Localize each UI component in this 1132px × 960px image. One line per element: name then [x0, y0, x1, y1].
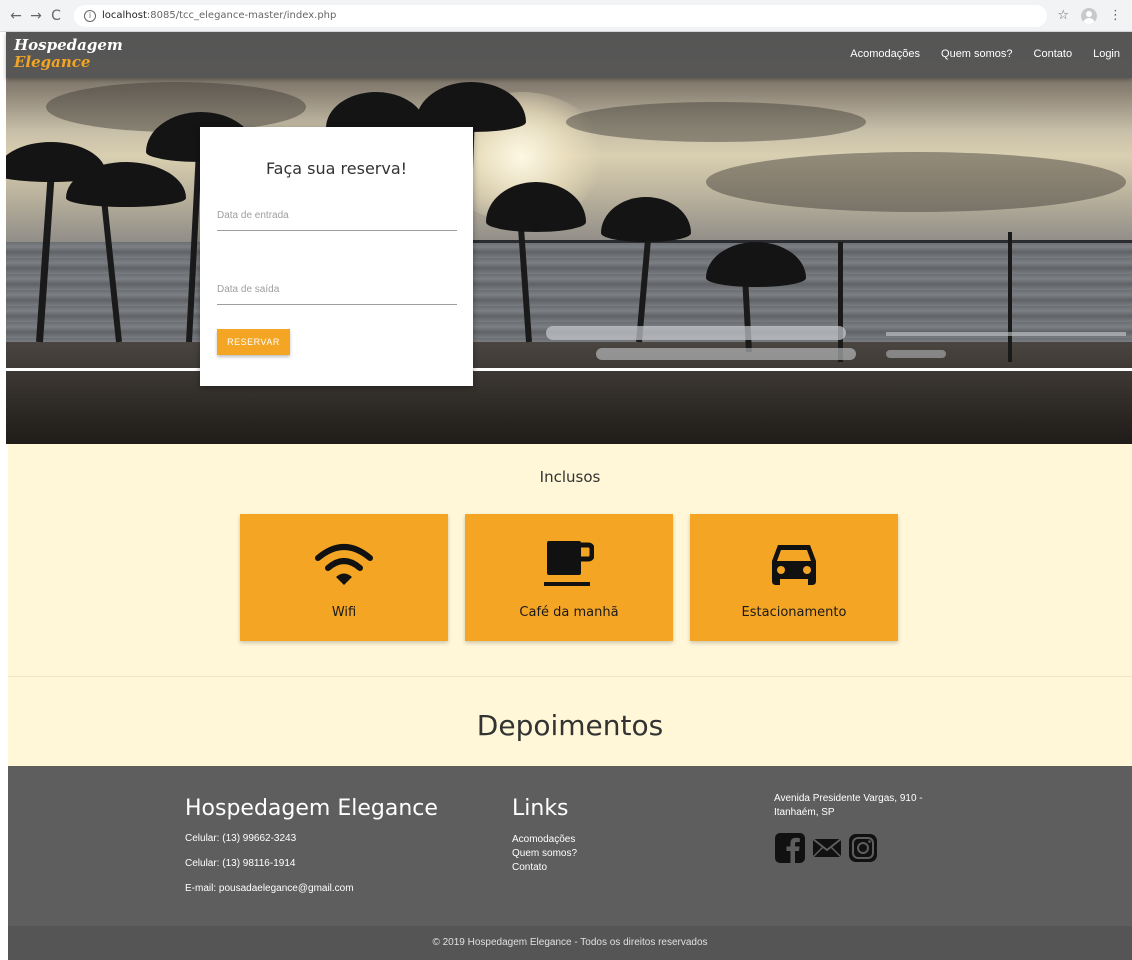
palm-leaves: [416, 82, 526, 132]
pole: [1008, 232, 1012, 362]
footer-address-line-1: Avenida Presidente Vargas, 910 -: [774, 793, 923, 804]
reload-icon[interactable]: C: [46, 8, 66, 24]
inclusos-title: Inclusos: [539, 468, 601, 486]
info-icon[interactable]: i: [84, 9, 96, 22]
facebook-icon[interactable]: [774, 832, 806, 868]
top-navbar: Hospedagem Elegance Acomodações Quem som…: [6, 32, 1132, 78]
nav-link-acomodacoes[interactable]: Acomodações: [850, 48, 920, 60]
nav-link-quem-somos[interactable]: Quem somos?: [941, 48, 1013, 60]
footer-address-column: Avenida Presidente Vargas, 910 - Itanhaé…: [774, 792, 964, 868]
feature-card-wifi: Wifi: [240, 514, 448, 641]
feature-card-estacionamento: Estacionamento: [690, 514, 898, 641]
coffee-cup-icon: [465, 536, 673, 591]
car-icon: [690, 536, 898, 591]
footer-link-acomodacoes[interactable]: Acomodações: [512, 833, 577, 847]
footer-links-column: Links Acomodações Quem somos? Contato: [512, 796, 577, 875]
inclusos-section: Inclusos Wifi Café da manhã Estacionamen…: [8, 444, 1132, 676]
reservation-card: Faça sua reserva! RESERVAR: [200, 127, 473, 386]
railing: [596, 348, 856, 360]
brand-logo[interactable]: Hospedagem Elegance: [14, 37, 123, 71]
footer-link-quem-somos[interactable]: Quem somos?: [512, 847, 577, 861]
mail-icon[interactable]: [812, 837, 842, 863]
footer-phone-1: Celular: (13) 99662-3243: [185, 833, 297, 844]
footer-email: E-mail: pousadaelegance@gmail.com: [185, 883, 354, 894]
url-host: localhost: [102, 10, 147, 21]
instagram-icon[interactable]: [848, 833, 878, 867]
cloud: [706, 152, 1126, 212]
brand-line-1: Hospedagem: [14, 36, 123, 54]
depoimentos-section: Depoimentos: [8, 676, 1132, 766]
feature-label-estacionamento: Estacionamento: [741, 605, 847, 620]
feature-card-cafe: Café da manhã: [465, 514, 673, 641]
hero-banner: [6, 32, 1132, 444]
footer-phone-2: Celular: (13) 98116-1914: [185, 858, 296, 869]
ground: [6, 342, 1132, 444]
nav-links: Acomodações Quem somos? Contato Login: [850, 48, 1120, 60]
bookmark-star-icon[interactable]: ☆: [1057, 8, 1069, 23]
nav-link-login[interactable]: Login: [1093, 48, 1120, 60]
depoimentos-title: Depoimentos: [476, 709, 664, 742]
palm-leaves: [601, 197, 691, 242]
reserve-button[interactable]: RESERVAR: [217, 329, 290, 355]
back-icon[interactable]: ←: [6, 8, 26, 24]
social-icons: [774, 832, 964, 868]
image-seam: [0, 368, 1132, 371]
table: [886, 350, 946, 358]
checkin-field-wrapper: [217, 203, 457, 231]
browser-toolbar: ← → C i localhost :8085/tcc_elegance-mas…: [0, 0, 1132, 32]
cloud: [566, 102, 866, 142]
footer-link-contato[interactable]: Contato: [512, 861, 577, 875]
brand-line-2: Elegance: [14, 53, 91, 71]
footer-company-name: Hospedagem Elegance: [185, 796, 438, 821]
footer-links-title: Links: [512, 796, 569, 821]
copyright-bar: © 2019 Hospedagem Elegance - Todos os di…: [8, 926, 1132, 960]
feature-label-cafe: Café da manhã: [519, 605, 619, 620]
pole: [838, 242, 843, 362]
forward-icon[interactable]: →: [26, 8, 46, 24]
railing: [886, 332, 1126, 336]
railing: [546, 326, 846, 340]
footer-contact-column: Hospedagem Elegance Celular: (13) 99662-…: [185, 796, 438, 894]
browser-menu-icon[interactable]: ⋮: [1109, 8, 1122, 23]
checkout-field-wrapper: [217, 277, 457, 305]
wifi-icon: [240, 536, 448, 591]
checkin-date-input[interactable]: [217, 210, 457, 230]
footer-address-line-2: Itanhaém, SP: [774, 807, 835, 818]
horizon-line: [446, 240, 1132, 243]
footer: Hospedagem Elegance Celular: (13) 99662-…: [8, 766, 1132, 926]
url-path: :8085/tcc_elegance-master/index.php: [146, 10, 337, 21]
profile-avatar-icon[interactable]: [1081, 7, 1097, 24]
address-bar[interactable]: i localhost :8085/tcc_elegance-master/in…: [74, 4, 1048, 27]
reservation-title: Faça sua reserva!: [265, 159, 408, 178]
nav-link-contato[interactable]: Contato: [1034, 48, 1073, 60]
feature-label-wifi: Wifi: [331, 605, 357, 620]
checkout-date-input[interactable]: [217, 284, 457, 304]
